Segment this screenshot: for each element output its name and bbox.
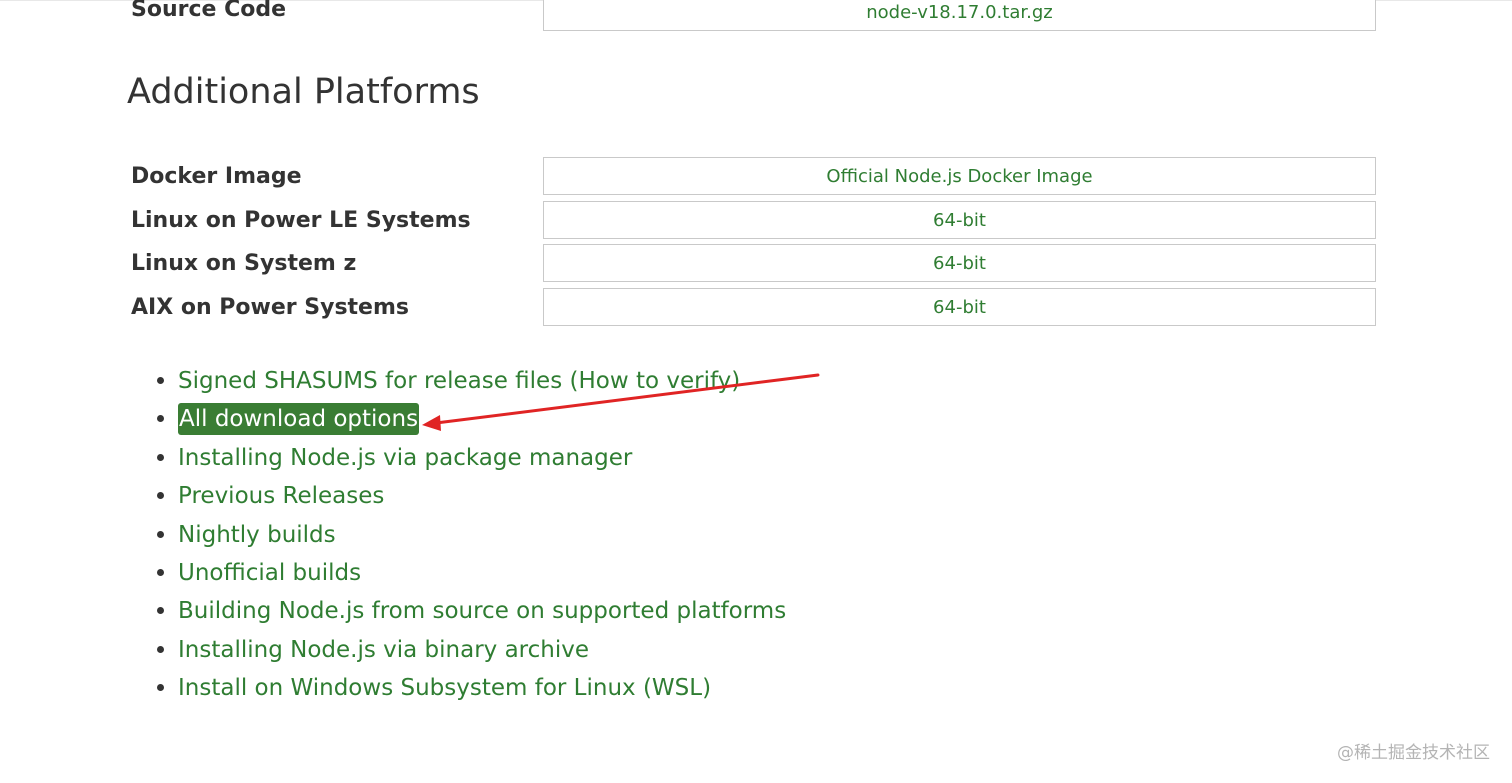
watermark: @稀土掘金技术社区 [1337,743,1490,763]
package-manager-link[interactable]: Installing Node.js via package manager [178,439,632,477]
nightly-builds-link[interactable]: Nightly builds [178,516,336,554]
docker-image-link[interactable]: Official Node.js Docker Image [543,157,1376,195]
bullet-icon [157,415,164,423]
shasums-link[interactable]: Signed SHASUMS for release files (How to… [178,362,740,400]
previous-releases-link[interactable]: Previous Releases [178,477,384,515]
docker-image-label: Docker Image [131,164,302,189]
page: Source Code node-v18.17.0.tar.gz Additio… [0,0,1512,783]
linux-system-z-label: Linux on System z [131,251,357,276]
linux-system-z-64bit-button[interactable]: 64-bit [543,244,1376,282]
source-code-download-button[interactable]: node-v18.17.0.tar.gz [543,0,1376,31]
bullet-icon [157,568,164,576]
bullet-icon [157,530,164,538]
aix-power-label: AIX on Power Systems [131,295,409,320]
section-title: Additional Platforms [127,72,480,112]
source-code-label: Source Code [131,0,287,22]
unofficial-builds-link[interactable]: Unofficial builds [178,554,361,592]
linux-power-le-label: Linux on Power LE Systems [131,208,471,233]
bullet-icon [157,684,164,692]
build-from-source-link[interactable]: Building Node.js from source on supporte… [178,592,786,630]
binary-archive-link[interactable]: Installing Node.js via binary archive [178,631,589,669]
bullet-icon [157,453,164,461]
wsl-install-link[interactable]: Install on Windows Subsystem for Linux (… [178,669,711,707]
bullet-icon [157,645,164,653]
bullet-icon [157,492,164,500]
linux-power-le-64bit-button[interactable]: 64-bit [543,201,1376,239]
bullet-icon [157,377,164,384]
aix-power-64bit-button[interactable]: 64-bit [543,288,1376,326]
bullet-icon [157,607,164,615]
all-download-options-link[interactable]: All download options [178,403,420,436]
